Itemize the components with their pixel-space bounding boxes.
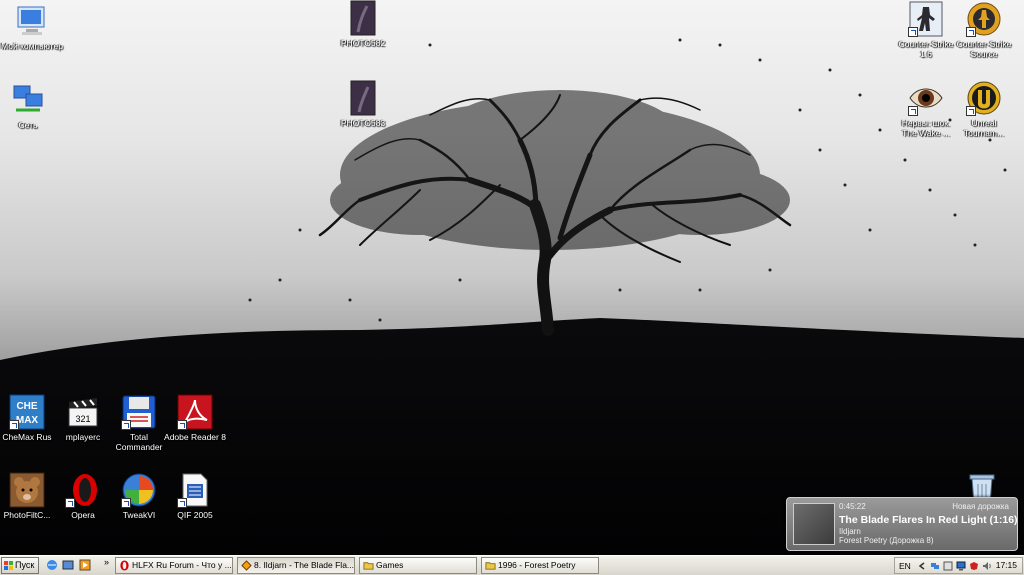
desktop-icon-total-commander[interactable]: Total Commander (107, 394, 171, 452)
desktop-icon-unreal[interactable]: Unreal Tournam... (952, 80, 1016, 138)
desktop-icon-label: PHOTO583 (340, 118, 386, 128)
task-label: Games (376, 560, 404, 570)
shortcut-arrow-icon (121, 498, 131, 508)
shortcut-arrow-icon (121, 420, 131, 430)
shortcut-arrow-icon (966, 106, 976, 116)
folder-icon (363, 562, 374, 570)
desktop-icon-adobe-reader[interactable]: Adobe Reader 8 (163, 394, 227, 442)
shortcut-arrow-icon (966, 27, 976, 37)
desktop-icon-my-computer[interactable]: Мой компьютер (0, 3, 64, 51)
tray-network-icon[interactable] (930, 561, 940, 571)
desktop-icon-label: QIF 2005 (177, 510, 213, 520)
desktop-icon-label: Сеть (18, 120, 38, 130)
desktop-icon-label: Opera (71, 510, 95, 520)
computer-icon (17, 6, 45, 35)
ie-icon[interactable] (46, 559, 58, 571)
desktop-icon-label: TweakVI (122, 510, 156, 520)
photo-icon (350, 80, 376, 116)
desktop-icon-label: Unreal Tournam... (963, 118, 1005, 138)
task-button-hlfx-forum[interactable]: HLFX Ru Forum - Что у ... (115, 557, 233, 574)
task-label: HLFX Ru Forum - Что у ... (132, 560, 232, 570)
svg-text:321: 321 (75, 414, 90, 424)
task-label: 8. Ildjarn - The Blade Fla... (254, 560, 355, 570)
task-button-winamp[interactable]: 8. Ildjarn - The Blade Fla... (237, 557, 355, 574)
photo-icon (350, 0, 376, 36)
task-label: 1996 - Forest Poetry (498, 560, 576, 570)
shortcut-arrow-icon (177, 420, 187, 430)
notification-header: Новая дорожка (952, 502, 1009, 511)
language-indicator[interactable]: EN (899, 559, 911, 574)
desktop-icon-photo-1[interactable]: PHOTO582 (331, 0, 395, 48)
task-button-games[interactable]: Games (359, 557, 477, 574)
media-player-icon[interactable] (79, 559, 91, 571)
notification-track-title: The Blade Flares In Red Light (1:16) (839, 514, 1018, 526)
desktop-icon-qif[interactable]: QIF 2005 (163, 472, 227, 520)
folder-icon (485, 562, 496, 570)
desktop-icon-nerves[interactable]: Нервы: шок. The Wake ... (894, 80, 958, 138)
shortcut-arrow-icon (908, 106, 918, 116)
desktop-icon-opera[interactable]: Opera (51, 472, 115, 520)
desktop-icon-label: Counter-Strike 1.6 (898, 39, 954, 59)
desktop-icon-label: Нервы: шок. The Wake ... (901, 118, 951, 138)
desktop-icon-label: Total Commander (115, 432, 163, 452)
tray-monitor-icon[interactable] (956, 561, 966, 571)
svg-text:CHE: CHE (16, 401, 37, 412)
desktop-icon-photo-2[interactable]: PHOTO583 (331, 80, 395, 128)
shortcut-arrow-icon (9, 420, 19, 430)
opera-icon (120, 560, 129, 571)
volume-icon[interactable] (982, 561, 992, 571)
network-icon (13, 85, 43, 112)
shortcut-arrow-icon (65, 498, 75, 508)
desktop-icon-label: PHOTO582 (340, 38, 386, 48)
desktop-icon-label: Counter-Strike Source (956, 39, 1012, 59)
bear-icon (9, 472, 45, 508)
desktop-icon-counter-strike-source[interactable]: Counter-Strike Source (952, 1, 1016, 59)
quick-launch-more[interactable]: » (104, 557, 109, 567)
start-label: Пуск (15, 560, 35, 570)
svg-text:MAX: MAX (16, 415, 39, 426)
desktop-icon-label: mplayerc (65, 432, 101, 442)
taskbar: Пуск » HLFX Ru Forum - Что у ... 8. Ildj… (0, 555, 1024, 575)
desktop[interactable]: Мой компьютер Сеть PHOTO582 PHOTO583 Cou… (0, 0, 1024, 555)
shortcut-arrow-icon (908, 27, 918, 37)
tray-security-icon[interactable] (969, 561, 979, 571)
shortcut-arrow-icon (177, 498, 187, 508)
desktop-icon-mplayerc[interactable]: 321 mplayerc (51, 394, 115, 442)
desktop-icon-label: Мой компьютер (1, 41, 63, 51)
windows-flag-icon (4, 561, 13, 570)
desktop-icon-label: Adobe Reader 8 (164, 432, 226, 442)
desktop-icon-network[interactable]: Сеть (0, 82, 60, 130)
start-button[interactable]: Пуск (1, 557, 39, 574)
show-desktop-icon[interactable] (62, 559, 74, 571)
album-cover (793, 503, 835, 545)
tray-hide-arrow-icon[interactable] (917, 561, 927, 571)
notification-artist: Ildjarn (839, 527, 861, 536)
now-playing-notification[interactable]: 0:45:22 Новая дорожка The Blade Flares I… (786, 497, 1018, 551)
task-button-forest-poetry[interactable]: 1996 - Forest Poetry (481, 557, 599, 574)
clapperboard-icon: 321 (68, 398, 98, 427)
notification-time: 0:45:22 (839, 502, 866, 511)
winamp-icon (241, 560, 252, 571)
tray-app-icon[interactable] (943, 561, 953, 571)
desktop-icon-tweakvi[interactable]: TweakVI (107, 472, 171, 520)
desktop-icon-counter-strike[interactable]: Counter-Strike 1.6 (894, 1, 958, 59)
clock[interactable]: 17:15 (996, 558, 1017, 573)
system-tray: EN 17:15 (894, 557, 1023, 574)
notification-album: Forest Poetry (Дорожка 8) (839, 536, 934, 545)
